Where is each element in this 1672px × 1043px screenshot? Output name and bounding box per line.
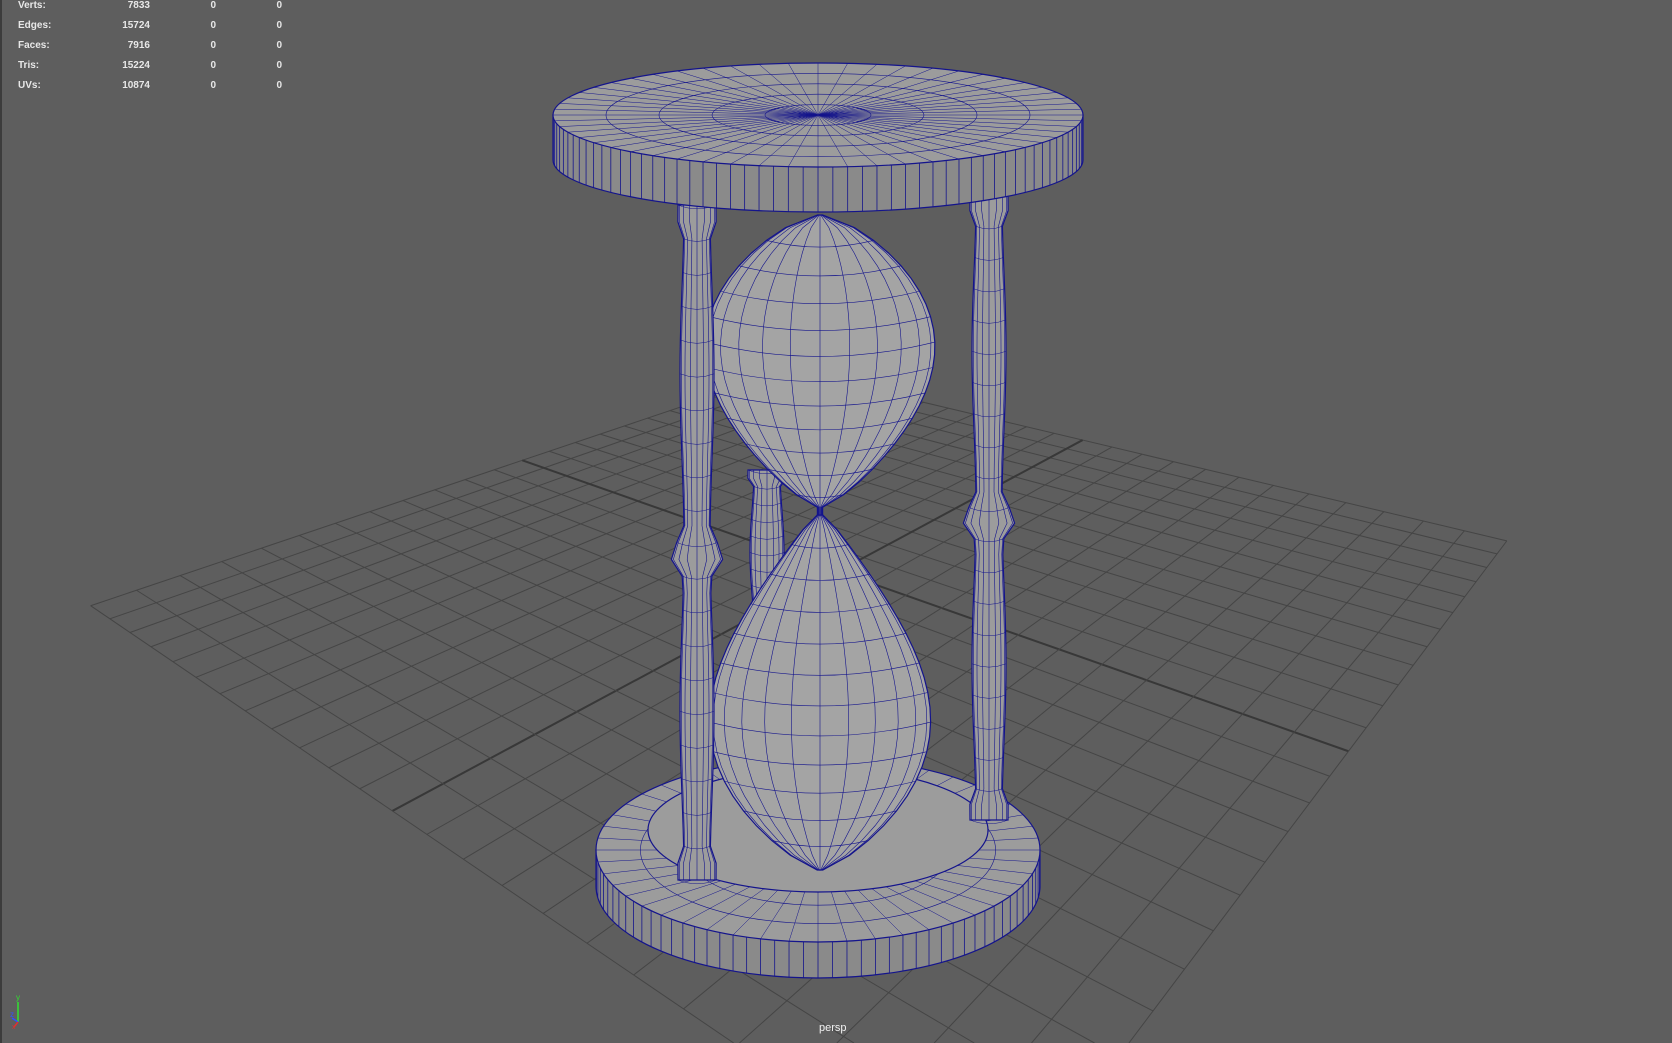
grid-line [129,380,832,633]
view-axis-indicator-icon: y z x [10,993,20,1030]
poly-count-hud: Verts: 7833 0 0 Edges: 15724 0 0 Faces: 7916 0 0 … [18,0,282,100]
axis-z-label: z [10,1010,14,1019]
perspective-viewport[interactable]: Verts: 7833 0 0 Edges: 15724 0 0 Faces: 7916 0 0 … [0,0,1672,1043]
grid-line [1128,540,1508,1043]
hud-row-uvs: UVs: 10874 0 0 [18,80,282,91]
hud-row-verts: Verts: 7833 0 0 [18,0,282,11]
grid-line [521,459,1349,753]
hud-row-edges: Edges: 15724 0 0 [18,20,282,31]
grid-line [1031,530,1465,1043]
axis-y-label: y [16,993,20,1002]
top-disk [552,62,1084,213]
upper-bulb [704,214,936,521]
grid-line [933,520,1424,1043]
hud-row-tris: Tris: 15224 0 0 [18,60,282,71]
camera-name-label: persp [819,1022,847,1034]
viewport-scene[interactable] [2,0,1672,1043]
axis-x-label: x [12,1024,16,1030]
pillar-right [962,194,1016,825]
hud-row-faces: Faces: 7916 0 0 [18,40,282,51]
